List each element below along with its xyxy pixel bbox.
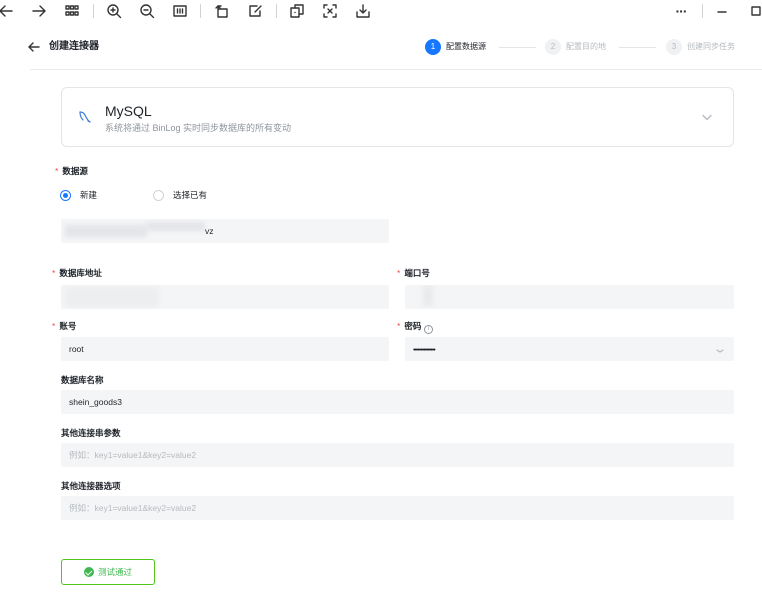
port-input[interactable] xyxy=(405,285,734,309)
password-value: ••••••••••••••• xyxy=(413,347,436,354)
test-connection-button[interactable]: 测试通过 xyxy=(61,559,155,585)
password-input[interactable]: ••••••••••••••• xyxy=(405,337,734,361)
host-input[interactable] xyxy=(61,285,389,309)
connector-name: MySQL xyxy=(105,103,152,119)
password-label: * 密码 i xyxy=(397,321,434,334)
radio-new-label: 新建 xyxy=(80,190,98,200)
chevron-down-icon[interactable] xyxy=(700,110,714,124)
redacted-text xyxy=(423,286,433,306)
page-title: 创建连接器 xyxy=(49,41,99,52)
window-toolbar: ··· xyxy=(0,0,762,22)
radio-indicator[interactable] xyxy=(153,190,164,201)
radio-select-existing[interactable]: 选择已有 xyxy=(153,190,207,201)
datasource-name-input[interactable]: vz xyxy=(61,219,389,243)
step-connector xyxy=(499,47,536,48)
port-label-text: 端口号 xyxy=(404,268,430,278)
step-connector xyxy=(619,47,656,48)
minimize-icon[interactable] xyxy=(712,1,732,21)
required-mark: * xyxy=(397,268,401,278)
radio-existing-label: 选择已有 xyxy=(173,190,208,200)
step-label: 配置数据源 xyxy=(446,42,486,51)
required-mark: * xyxy=(52,321,56,331)
zoom-out-icon[interactable] xyxy=(137,1,157,21)
zoom-in-icon[interactable] xyxy=(104,1,124,21)
account-label: * 账号 xyxy=(52,321,76,332)
conn-params-input[interactable]: 例如：key1=value1&key2=value2 xyxy=(61,443,734,467)
fit-icon[interactable] xyxy=(170,1,190,21)
redacted-text xyxy=(147,222,205,231)
back-arrow-icon[interactable] xyxy=(0,1,16,21)
password-label-text: 密码 xyxy=(404,321,422,331)
step-number: 1 xyxy=(425,39,441,55)
datasource-label-text: 数据源 xyxy=(62,166,88,176)
step-create-sync-task[interactable]: 3 创建同步任务 xyxy=(666,39,735,55)
required-mark: * xyxy=(55,166,59,176)
forward-arrow-icon[interactable] xyxy=(29,1,49,21)
step-number: 2 xyxy=(545,39,561,55)
step-configure-destination[interactable]: 2 配置目的地 xyxy=(545,39,606,55)
redacted-text xyxy=(65,225,147,237)
copy-icon[interactable] xyxy=(287,1,307,21)
toolbar-divider xyxy=(702,4,703,18)
connector-options-input[interactable]: 例如：key1=value1&key2=value2 xyxy=(61,496,734,520)
mysql-dolphin-icon xyxy=(76,108,94,126)
host-label-text: 数据库地址 xyxy=(59,268,102,278)
step-configure-source[interactable]: 1 配置数据源 xyxy=(425,39,486,55)
capture-icon[interactable] xyxy=(320,1,340,21)
toolbar-divider xyxy=(93,4,94,18)
datasource-label: * 数据源 xyxy=(55,166,88,177)
save-icon[interactable] xyxy=(353,1,373,21)
dbname-label: 数据库名称 xyxy=(61,375,104,385)
datasource-name-value: vz xyxy=(205,226,214,236)
host-label: * 数据库地址 xyxy=(52,268,102,279)
radio-new[interactable]: 新建 xyxy=(60,190,97,201)
page-back-icon[interactable] xyxy=(27,40,41,54)
check-circle-icon xyxy=(83,567,94,577)
maximize-icon[interactable] xyxy=(746,1,762,21)
info-icon[interactable]: i xyxy=(424,325,434,334)
more-icon[interactable]: ··· xyxy=(671,1,691,21)
step-number: 3 xyxy=(666,39,682,55)
edit-icon[interactable] xyxy=(245,1,265,21)
conn-params-label: 其他连接串参数 xyxy=(61,428,121,438)
port-label: * 端口号 xyxy=(397,268,430,279)
account-input[interactable]: root xyxy=(61,337,389,361)
connector-description: 系统将通过 BinLog 实时同步数据库的所有变动 xyxy=(105,123,292,133)
connector-options-label: 其他连接器选项 xyxy=(61,481,121,491)
dbname-input[interactable]: shein_goods3 xyxy=(61,390,734,414)
required-mark: * xyxy=(397,321,401,331)
toolbar-divider xyxy=(200,4,201,18)
account-label-text: 账号 xyxy=(59,321,77,331)
grid-icon[interactable] xyxy=(62,1,82,21)
chevron-down-icon[interactable] xyxy=(714,342,726,354)
step-label: 配置目的地 xyxy=(566,42,606,51)
connector-type-select[interactable]: MySQL 系统将通过 BinLog 实时同步数据库的所有变动 xyxy=(61,87,734,147)
header-divider xyxy=(30,69,762,70)
toolbar-divider xyxy=(276,4,277,18)
test-connection-label: 测试通过 xyxy=(97,566,132,577)
radio-indicator[interactable] xyxy=(60,190,71,201)
required-mark: * xyxy=(52,268,56,278)
rotate-icon[interactable] xyxy=(212,1,232,21)
redacted-text xyxy=(65,287,159,307)
step-label: 创建同步任务 xyxy=(687,42,735,51)
